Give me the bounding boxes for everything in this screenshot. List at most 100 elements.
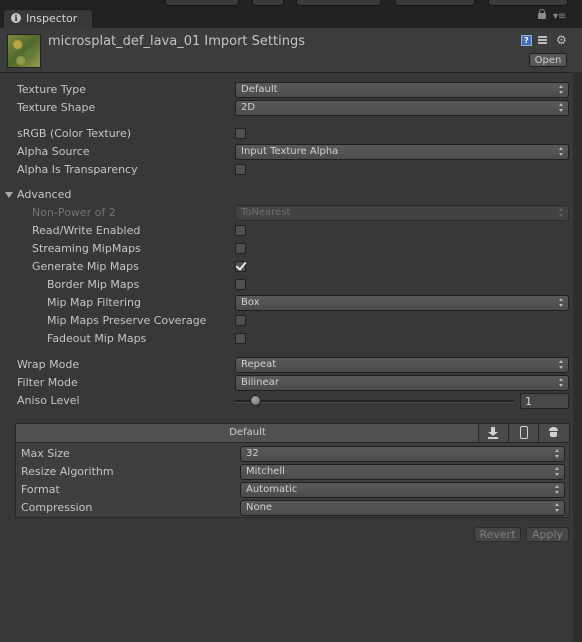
dropdown-arrows-icon bbox=[559, 103, 564, 112]
toolbar-button[interactable] bbox=[488, 0, 568, 6]
toolbar-button[interactable] bbox=[165, 0, 239, 6]
texture-shape-label: Texture Shape bbox=[17, 101, 96, 114]
lock-icon[interactable] bbox=[538, 9, 546, 19]
compression-dropdown[interactable]: None bbox=[240, 500, 565, 516]
filter-mode-row: Filter Mode Bilinear bbox=[0, 374, 582, 392]
wrap-mode-label: Wrap Mode bbox=[17, 358, 80, 371]
toolbar-button[interactable] bbox=[395, 0, 475, 6]
tab-inspector[interactable]: i Inspector bbox=[3, 9, 93, 28]
srgb-checkbox[interactable] bbox=[235, 128, 246, 139]
max-size-label: Max Size bbox=[21, 447, 70, 460]
tab-ios[interactable] bbox=[509, 424, 539, 442]
tab-standalone[interactable] bbox=[479, 424, 509, 442]
dropdown-value: ToNearest bbox=[241, 207, 291, 218]
mip-maps-preserve-coverage-checkbox[interactable] bbox=[235, 315, 246, 326]
fadeout-mip-maps-label: Fadeout Mip Maps bbox=[47, 332, 147, 345]
toolbar-button[interactable] bbox=[252, 0, 284, 6]
tab-label: Inspector bbox=[26, 12, 78, 25]
max-size-dropdown[interactable]: 32 bbox=[240, 446, 565, 462]
help-icon[interactable]: ? bbox=[521, 35, 532, 46]
dropdown-value: Default bbox=[241, 84, 278, 95]
checkmark-icon bbox=[235, 259, 247, 271]
dropdown-arrows-icon bbox=[559, 360, 564, 369]
filter-mode-label: Filter Mode bbox=[17, 376, 78, 389]
alpha-source-row: Alpha Source Input Texture Alpha bbox=[0, 143, 582, 161]
generate-mip-maps-row: Generate Mip Maps bbox=[0, 258, 582, 276]
download-icon bbox=[488, 427, 498, 439]
info-icon: i bbox=[11, 13, 21, 23]
dropdown-value: Input Texture Alpha bbox=[241, 146, 339, 157]
fadeout-mip-maps-row: Fadeout Mip Maps bbox=[0, 330, 582, 348]
generate-mip-maps-checkbox[interactable] bbox=[235, 259, 247, 272]
window-tab-bar: i Inspector ▾≡ bbox=[0, 0, 582, 28]
asset-title: microsplat_def_lava_01 Import Settings bbox=[48, 34, 305, 49]
aniso-level-slider[interactable] bbox=[235, 400, 514, 403]
tab-default-label: Default bbox=[229, 427, 266, 438]
dropdown-value: Bilinear bbox=[241, 377, 279, 388]
dropdown-value: Automatic bbox=[246, 484, 298, 495]
tab-default[interactable]: Default bbox=[16, 424, 479, 442]
non-power-of-2-row: Non-Power of 2 ToNearest bbox=[0, 204, 582, 222]
dropdown-arrows-icon bbox=[555, 485, 560, 494]
resize-algorithm-dropdown[interactable]: Mitchell bbox=[240, 464, 565, 480]
format-row: Format Automatic bbox=[16, 481, 569, 499]
alpha-source-dropdown[interactable]: Input Texture Alpha bbox=[235, 144, 569, 160]
dropdown-arrows-icon bbox=[555, 467, 560, 476]
foldout-arrow-icon[interactable] bbox=[5, 192, 13, 198]
filter-mode-dropdown[interactable]: Bilinear bbox=[235, 375, 569, 391]
gear-icon[interactable]: ⚙ bbox=[556, 34, 567, 46]
compression-label: Compression bbox=[21, 501, 93, 514]
fadeout-mip-maps-checkbox[interactable] bbox=[235, 333, 246, 344]
open-button[interactable]: Open bbox=[529, 53, 567, 67]
aniso-level-field[interactable]: 1 bbox=[520, 393, 569, 409]
advanced-foldout[interactable]: Advanced bbox=[0, 186, 582, 204]
panel-menu-icon[interactable]: ▾≡ bbox=[553, 12, 566, 22]
srgb-label: sRGB (Color Texture) bbox=[17, 127, 132, 140]
read-write-checkbox[interactable] bbox=[235, 225, 246, 236]
alpha-source-label: Alpha Source bbox=[17, 145, 90, 158]
revert-button[interactable]: Revert bbox=[474, 527, 521, 542]
dropdown-arrows-icon bbox=[555, 449, 560, 458]
dropdown-value: Repeat bbox=[241, 359, 277, 370]
mip-map-filtering-dropdown[interactable]: Box bbox=[235, 295, 569, 311]
dropdown-arrows-icon bbox=[555, 503, 560, 512]
aniso-level-label: Aniso Level bbox=[17, 394, 80, 407]
mip-maps-preserve-coverage-label: Mip Maps Preserve Coverage bbox=[47, 314, 207, 327]
mip-map-filtering-row: Mip Map Filtering Box bbox=[0, 294, 582, 312]
vertical-scrollbar[interactable] bbox=[573, 72, 582, 642]
compression-row: Compression None bbox=[16, 499, 569, 517]
dropdown-value: None bbox=[246, 502, 273, 513]
wrap-mode-row: Wrap Mode Repeat bbox=[0, 356, 582, 374]
non-power-of-2-label: Non-Power of 2 bbox=[32, 206, 116, 219]
border-mip-maps-checkbox[interactable] bbox=[235, 279, 246, 290]
slider-thumb[interactable] bbox=[250, 395, 261, 406]
texture-type-label: Texture Type bbox=[17, 83, 87, 96]
streaming-mipmaps-checkbox[interactable] bbox=[235, 243, 246, 254]
texture-type-row: Texture Type Default bbox=[0, 81, 582, 99]
aniso-level-row: Aniso Level 1 bbox=[0, 392, 582, 410]
texture-shape-row: Texture Shape 2D bbox=[0, 99, 582, 117]
format-label: Format bbox=[21, 483, 60, 496]
wrap-mode-dropdown[interactable]: Repeat bbox=[235, 357, 569, 373]
read-write-row: Read/Write Enabled bbox=[0, 222, 582, 240]
preset-icon[interactable] bbox=[538, 35, 549, 46]
mip-map-filtering-label: Mip Map Filtering bbox=[47, 296, 141, 309]
apply-button[interactable]: Apply bbox=[526, 527, 569, 542]
alpha-is-transparency-checkbox[interactable] bbox=[235, 164, 246, 175]
aniso-level-value: 1 bbox=[525, 395, 532, 408]
streaming-mipmaps-label: Streaming MipMaps bbox=[32, 242, 141, 255]
non-power-of-2-dropdown: ToNearest bbox=[235, 205, 569, 221]
resize-algorithm-row: Resize Algorithm Mitchell bbox=[16, 463, 569, 481]
dropdown-value: 2D bbox=[241, 102, 256, 113]
generate-mip-maps-label: Generate Mip Maps bbox=[32, 260, 139, 273]
dropdown-value: Mitchell bbox=[246, 466, 285, 477]
streaming-mipmaps-row: Streaming MipMaps bbox=[0, 240, 582, 258]
toolbar-button[interactable] bbox=[296, 0, 381, 6]
dropdown-arrows-icon bbox=[559, 298, 564, 307]
format-dropdown[interactable]: Automatic bbox=[240, 482, 565, 498]
dropdown-arrows-icon bbox=[559, 147, 564, 156]
texture-shape-dropdown[interactable]: 2D bbox=[235, 100, 569, 116]
border-mip-maps-row: Border Mip Maps bbox=[0, 276, 582, 294]
tab-android[interactable] bbox=[539, 424, 569, 442]
texture-type-dropdown[interactable]: Default bbox=[235, 82, 569, 98]
